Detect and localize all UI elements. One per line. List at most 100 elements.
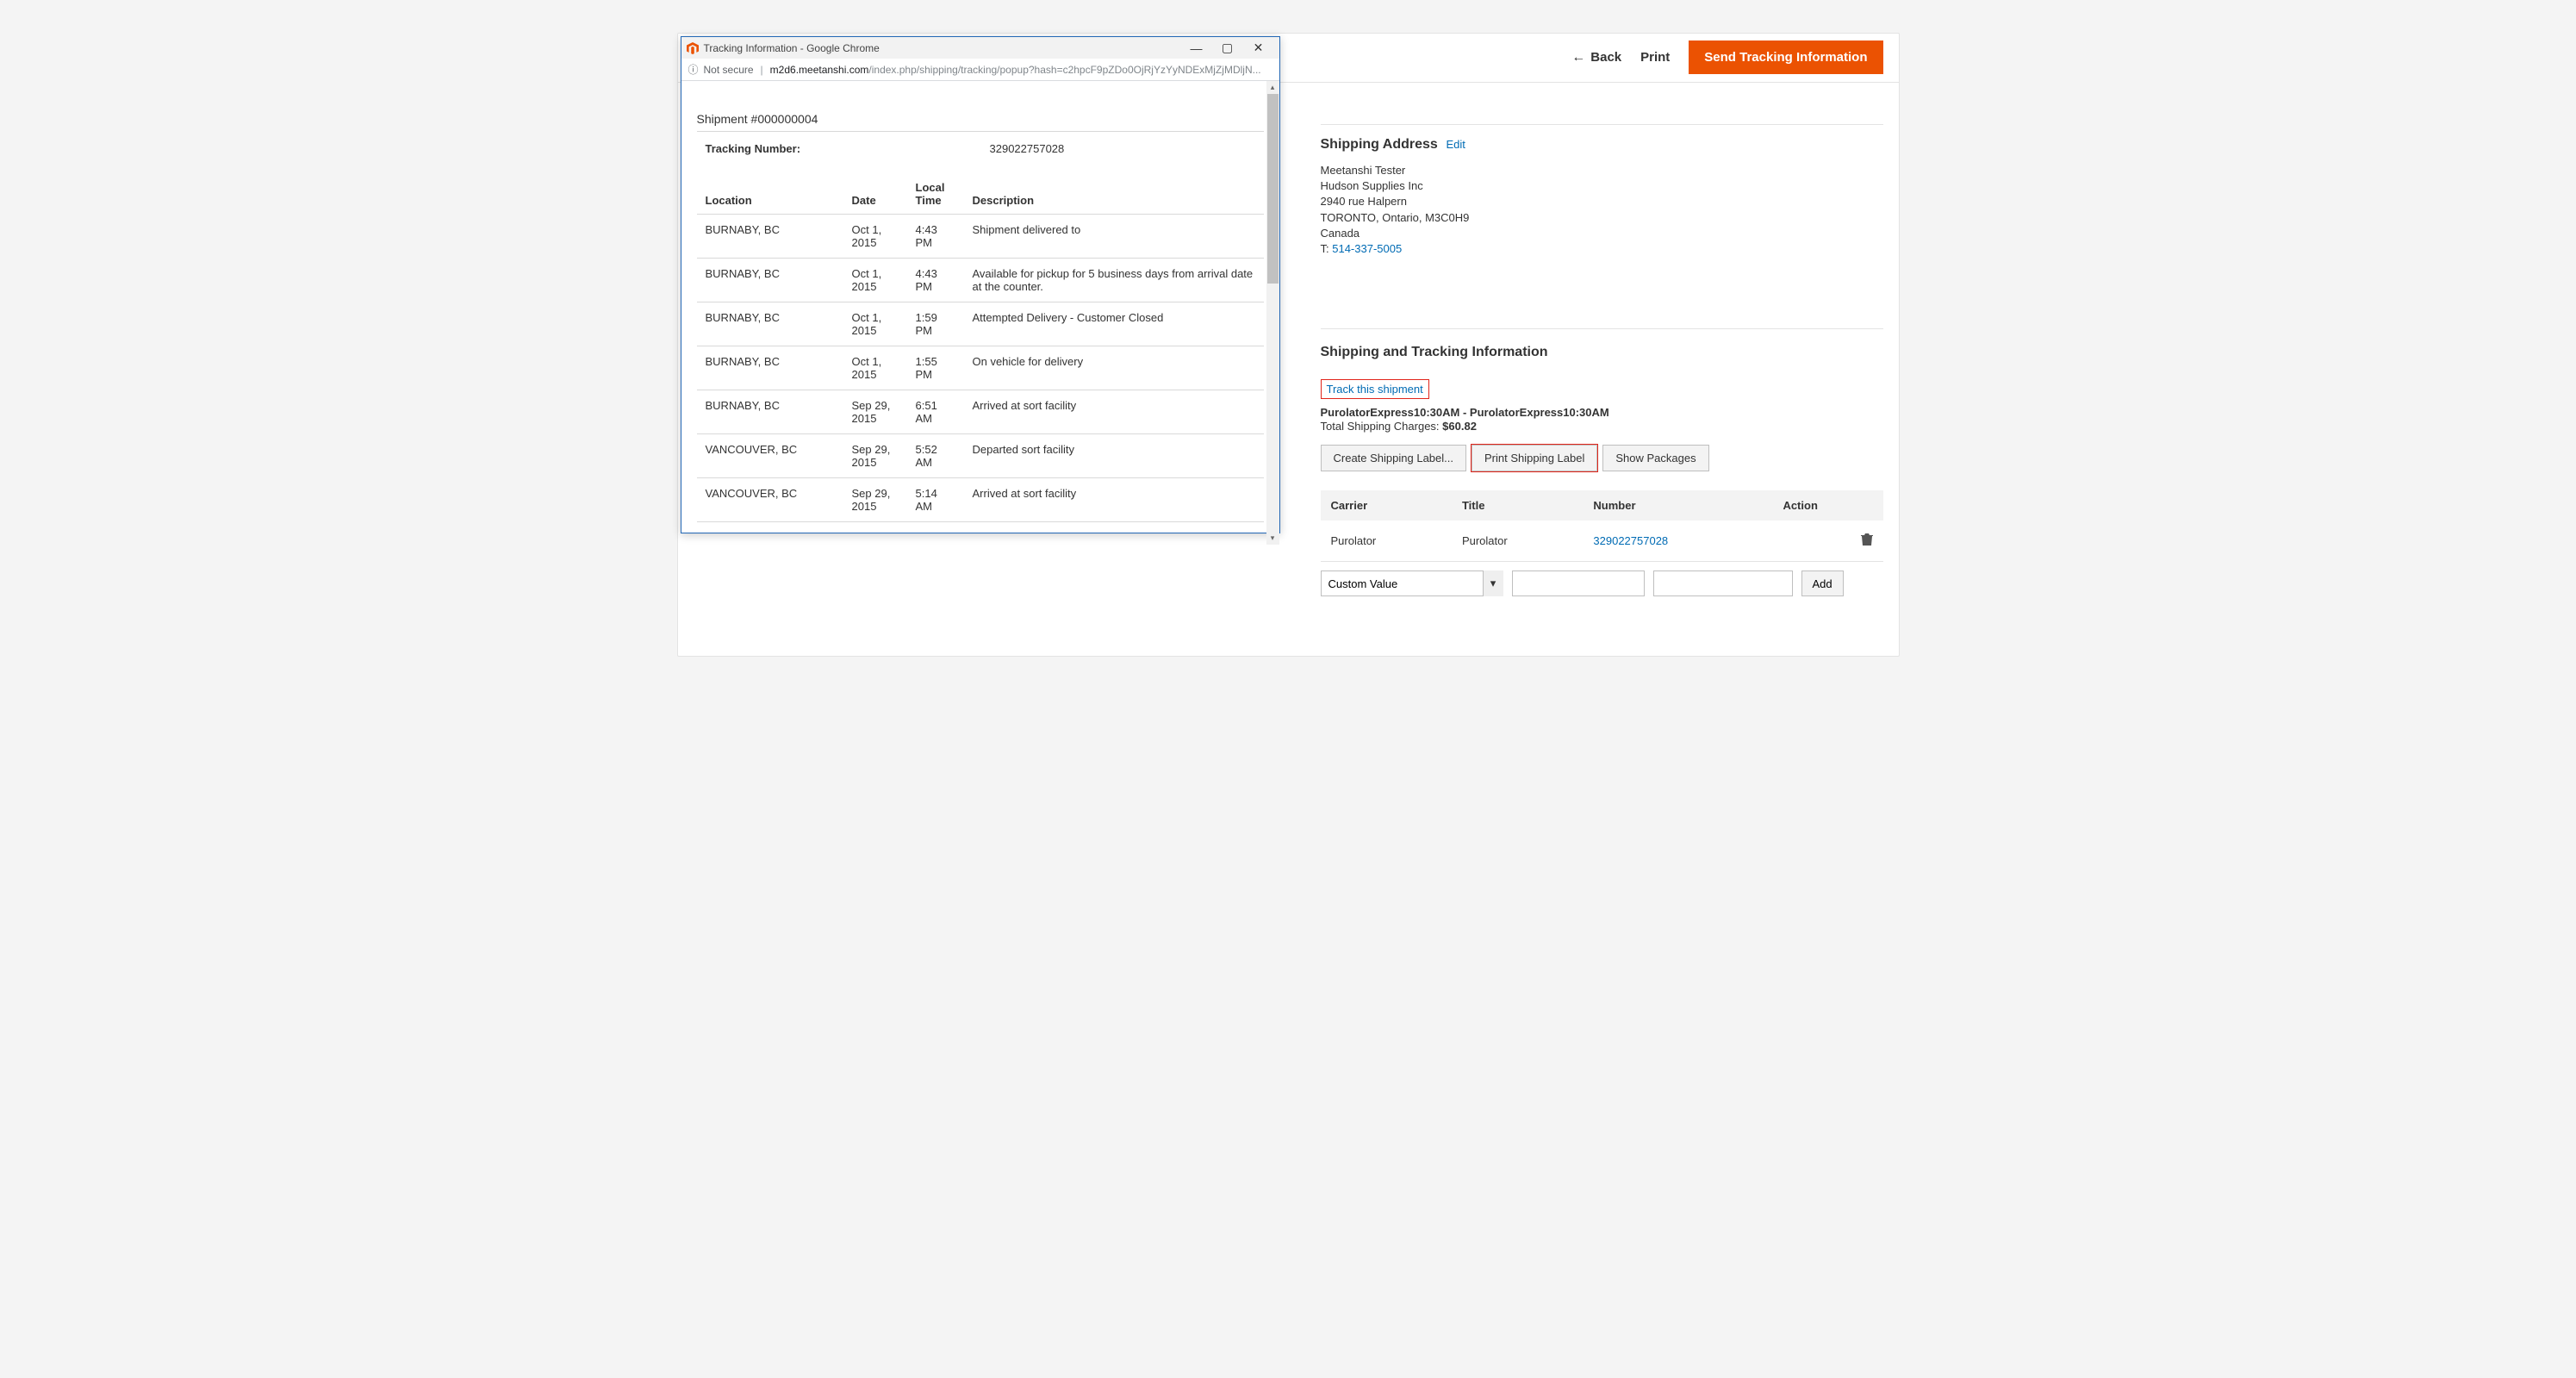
trash-icon[interactable] (1861, 533, 1873, 549)
popup-title: Tracking Information - Google Chrome (704, 42, 880, 54)
info-icon: ⓘ (688, 62, 699, 77)
table-header-row: Carrier Title Number Action (1321, 490, 1883, 521)
tracking-number-link[interactable]: 329022757028 (1593, 534, 1668, 547)
event-desc: Arrived at sort facility (964, 478, 1264, 522)
addr-company: Hudson Supplies Inc (1321, 178, 1846, 194)
event-location: BURNABY, BC (697, 390, 843, 434)
phone-link[interactable]: 514-337-5005 (1332, 242, 1402, 255)
event-time: 4:43 PM (907, 259, 964, 302)
event-time: 5:52 AM (907, 434, 964, 478)
tracking-number-row: Tracking Number: 329022757028 (697, 132, 1264, 174)
edit-address-link[interactable]: Edit (1446, 138, 1465, 151)
popup-body: Shipment #000000004 Tracking Number: 329… (681, 81, 1279, 545)
magento-icon (687, 42, 699, 54)
title-input[interactable] (1512, 571, 1645, 596)
carrier-select-wrap: Custom Value ▾ (1321, 571, 1503, 596)
event-date: Oct 1, 2015 (843, 346, 907, 390)
url-bar[interactable]: ⓘ Not secure | m2d6.meetanshi.com/index.… (681, 59, 1279, 81)
add-button[interactable]: Add (1801, 571, 1844, 596)
th-time: LocalTime (907, 174, 964, 215)
action-row: Create Shipping Label... Print Shipping … (1321, 445, 1883, 471)
arrow-left-icon: ← (1571, 50, 1585, 65)
back-label: Back (1590, 50, 1621, 65)
table-row: Purolator Purolator 329022757028 (1321, 521, 1883, 562)
th-title: Title (1452, 490, 1583, 521)
minimize-icon[interactable]: — (1181, 41, 1212, 55)
charges-label: Total Shipping Charges: (1321, 420, 1443, 433)
tn-value: 329022757028 (990, 142, 1065, 155)
not-secure-label: Not secure (704, 64, 754, 76)
event-row: VANCOUVER, BCSep 29, 20155:14 AMArrived … (697, 478, 1264, 522)
divider (1321, 328, 1883, 329)
shipping-address-title: Shipping Address (1321, 137, 1438, 153)
section-divider (1321, 124, 1883, 125)
addr-city: TORONTO, Ontario, M3C0H9 (1321, 210, 1846, 226)
event-location: VANCOUVER, BC (697, 434, 843, 478)
close-icon[interactable]: ✕ (1243, 41, 1274, 55)
addr-street: 2940 rue Halpern (1321, 194, 1846, 209)
event-date: Sep 29, 2015 (843, 478, 907, 522)
main-panel: ← Back Print Send Tracking Information S… (677, 33, 1900, 657)
event-date: Oct 1, 2015 (843, 215, 907, 259)
add-tracking-row: Custom Value ▾ Add (1321, 571, 1883, 596)
th-number: Number (1583, 490, 1772, 521)
event-time: 5:14 AM (907, 478, 964, 522)
event-time: 4:43 PM (907, 215, 964, 259)
event-row: BURNABY, BCOct 1, 20151:59 PMAttempted D… (697, 302, 1264, 346)
event-row: VANCOUVER, BCSep 29, 20155:52 AMDeparted… (697, 434, 1264, 478)
scroll-down-icon[interactable]: ▾ (1266, 532, 1279, 545)
tn-label: Tracking Number: (706, 142, 990, 155)
event-desc: On vehicle for delivery (964, 346, 1264, 390)
print-label-button[interactable]: Print Shipping Label (1472, 445, 1597, 471)
event-desc: Available for pickup for 5 business days… (964, 259, 1264, 302)
event-location: BURNABY, BC (697, 259, 843, 302)
event-row: BURNABY, BCOct 1, 20154:43 PMAvailable f… (697, 259, 1264, 302)
th-date: Date (843, 174, 907, 215)
cell-action (1772, 521, 1882, 562)
cell-title: Purolator (1452, 521, 1583, 562)
shipping-method: PurolatorExpress10:30AM - PurolatorExpre… (1321, 406, 1883, 419)
tracking-title: Shipping and Tracking Information (1321, 345, 1548, 360)
event-desc: Shipment delivered to (964, 215, 1264, 259)
th-carrier: Carrier (1321, 490, 1452, 521)
popup-titlebar[interactable]: Tracking Information - Google Chrome — ▢… (681, 37, 1279, 59)
addr-name: Meetanshi Tester (1321, 163, 1846, 178)
charges-amount: $60.82 (1442, 420, 1477, 433)
event-desc: Attempted Delivery - Customer Closed (964, 302, 1264, 346)
scrollbar[interactable]: ▴ ▾ (1266, 81, 1279, 545)
shipping-address-section: Shipping Address Edit Meetanshi Tester H… (1321, 137, 1846, 257)
print-button[interactable]: Print (1640, 50, 1670, 65)
send-tracking-button[interactable]: Send Tracking Information (1689, 41, 1882, 74)
tracking-section: Shipping and Tracking Information Track … (1321, 328, 1883, 596)
event-location: BURNABY, BC (697, 302, 843, 346)
carrier-table: Carrier Title Number Action Purolator Pu… (1321, 490, 1883, 562)
back-button[interactable]: ← Back (1571, 50, 1621, 65)
create-label-button[interactable]: Create Shipping Label... (1321, 445, 1466, 471)
carrier-select[interactable]: Custom Value (1321, 571, 1503, 596)
event-time: 1:55 PM (907, 346, 964, 390)
number-input[interactable] (1653, 571, 1793, 596)
cell-number: 329022757028 (1583, 521, 1772, 562)
th-desc: Description (964, 174, 1264, 215)
cell-carrier: Purolator (1321, 521, 1452, 562)
event-row: BURNABY, BCSep 29, 20156:51 AMArrived at… (697, 390, 1264, 434)
url-domain: m2d6.meetanshi.com (770, 64, 869, 76)
scroll-up-icon[interactable]: ▴ (1266, 81, 1279, 94)
addr-phone-line: T: 514-337-5005 (1321, 241, 1846, 257)
event-desc: Departed sort facility (964, 434, 1264, 478)
scroll-thumb[interactable] (1267, 94, 1279, 284)
print-label: Print (1640, 50, 1670, 65)
show-packages-button[interactable]: Show Packages (1602, 445, 1708, 471)
event-date: Sep 29, 2015 (843, 434, 907, 478)
th-location: Location (697, 174, 843, 215)
event-location: VANCOUVER, BC (697, 478, 843, 522)
url-path: /index.php/shipping/tracking/popup?hash=… (868, 64, 1260, 76)
event-date: Oct 1, 2015 (843, 259, 907, 302)
maximize-icon[interactable]: ▢ (1212, 41, 1243, 55)
event-time: 6:51 AM (907, 390, 964, 434)
event-time: 1:59 PM (907, 302, 964, 346)
track-shipment-link[interactable]: Track this shipment (1327, 383, 1423, 396)
th-action: Action (1772, 490, 1882, 521)
track-link-highlight: Track this shipment (1321, 379, 1429, 399)
top-actions: ← Back Print Send Tracking Information (1571, 41, 1882, 74)
